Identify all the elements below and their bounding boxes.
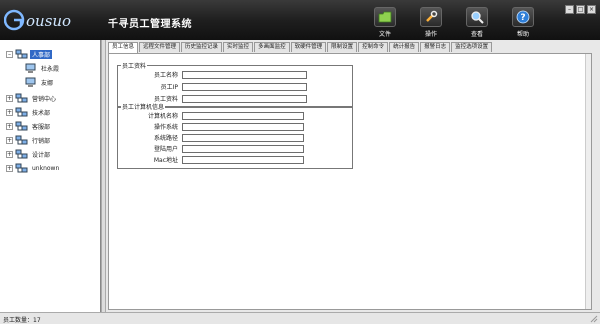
field-os: 操作系统 <box>118 122 304 131</box>
expand-toggle[interactable]: + <box>6 164 13 172</box>
tree-node-child[interactable]: 友娜 <box>24 76 55 88</box>
expand-toggle[interactable]: + <box>6 150 13 158</box>
network-group-icon <box>15 107 28 116</box>
tab-hardware-software[interactable]: 软硬件管理 <box>290 42 327 52</box>
expand-toggle[interactable]: + <box>6 94 13 102</box>
vertical-scrollbar[interactable] <box>585 54 591 309</box>
network-group-icon <box>15 163 28 172</box>
main-panel: 员工信息 远程文件管理 历史监控记录 实时监控 多画面监控 软硬件管理 限制设置… <box>106 40 600 312</box>
expand-toggle[interactable]: + <box>6 122 13 130</box>
help-button-label: 帮助 <box>516 31 529 38</box>
expand-toggle[interactable]: + <box>6 136 13 144</box>
mac-address-input[interactable] <box>182 155 304 164</box>
tree-label-group: 设计部 <box>32 151 51 159</box>
tree-node-group[interactable]: + 客服部 <box>6 120 52 132</box>
tab-monitor-options[interactable]: 监控选项设置 <box>451 42 493 52</box>
tab-commands[interactable]: 控制命令 <box>358 42 389 52</box>
computer-name-input[interactable] <box>182 111 304 120</box>
tab-strip: 员工信息 远程文件管理 历史监控记录 实时监控 多画面监控 软硬件管理 限制设置… <box>108 42 493 53</box>
tree-node-group[interactable]: + 设计部 <box>6 148 52 160</box>
svg-text:?: ? <box>520 13 525 23</box>
tree-label-child: 友娜 <box>41 79 54 87</box>
file-button-label: 文件 <box>378 31 391 38</box>
field-login-user: 登陆用户 <box>118 144 304 153</box>
network-group-icon <box>15 49 28 58</box>
field-label: 操作系统 <box>153 124 178 131</box>
field-label: 员工IP <box>160 84 178 91</box>
tree-label-group: 客服部 <box>32 123 51 131</box>
tab-remote-files[interactable]: 远程文件管理 <box>139 42 181 52</box>
field-label: 登陆用户 <box>153 146 178 153</box>
network-group-icon <box>15 135 28 144</box>
computer-icon <box>25 63 36 73</box>
field-employee-name: 员工名称 <box>118 70 307 79</box>
computer-icon <box>25 77 36 87</box>
computer-info-group: 员工计算机信息 计算机名称 操作系统 系统路径 登陆用户 Mac地址 <box>117 102 353 169</box>
tab-multiscreen[interactable]: 多画面监控 <box>254 42 290 52</box>
file-button[interactable]: 文件 <box>368 7 402 39</box>
network-group-icon <box>15 121 28 130</box>
field-label: Mac地址 <box>153 157 178 164</box>
magnifier-icon <box>466 7 488 27</box>
tree-node-group[interactable]: + 营销中心 <box>6 92 58 104</box>
employee-name-input[interactable] <box>182 70 307 79</box>
employee-info-legend: 员工资料 <box>121 61 148 70</box>
maximize-button[interactable]: □ <box>576 5 585 14</box>
field-mac-address: Mac地址 <box>118 155 304 164</box>
minimize-button[interactable]: – <box>565 5 574 14</box>
network-group-icon <box>15 93 28 102</box>
tree-node-group[interactable]: + unknown <box>6 162 61 174</box>
resize-grip-icon[interactable] <box>589 314 598 323</box>
app-title: 千寻员工管理系统 <box>108 19 192 30</box>
tab-employee-info[interactable]: 员工信息 <box>108 42 139 53</box>
field-label: 计算机名称 <box>147 113 178 120</box>
folder-icon <box>374 7 396 27</box>
field-label: 员工名称 <box>153 72 178 79</box>
title-bar: ousuo 千寻员工管理系统 文件 操作 查看 ? 帮助 – □ × <box>0 0 600 40</box>
department-tree: – 人事部 杜永霞 友娜 + 营销中心 + 技术部 + 客服部 + 行销部 + … <box>0 40 101 312</box>
wrench-icon <box>420 7 442 27</box>
system-path-input[interactable] <box>182 133 304 142</box>
tree-label-root: 人事部 <box>30 49 53 59</box>
employee-ip-input[interactable] <box>182 82 307 91</box>
view-button[interactable]: 查看 <box>460 7 494 39</box>
help-icon: ? <box>512 7 534 27</box>
expand-toggle[interactable]: + <box>6 108 13 116</box>
status-bar: 员工数量：17 <box>0 312 600 324</box>
tab-realtime[interactable]: 实时监控 <box>223 42 254 52</box>
tab-history[interactable]: 历史监控记录 <box>181 42 223 52</box>
svg-text:ousuo: ousuo <box>26 12 71 30</box>
tab-alarm-log[interactable]: 报警日志 <box>420 42 451 52</box>
tab-statistics[interactable]: 统计报告 <box>389 42 420 52</box>
tab-restrictions[interactable]: 限制设置 <box>327 42 358 52</box>
employee-profile-input[interactable] <box>182 94 307 103</box>
os-input[interactable] <box>182 122 304 131</box>
collapse-toggle[interactable]: – <box>6 50 13 58</box>
tree-label-child: 杜永霞 <box>41 65 60 73</box>
computer-info-legend: 员工计算机信息 <box>121 102 166 111</box>
tree-label-group: 营销中心 <box>32 95 57 103</box>
tree-node-group[interactable]: + 技术部 <box>6 106 52 118</box>
field-label: 系统路径 <box>153 135 178 142</box>
operation-button-label: 操作 <box>424 31 437 38</box>
login-user-input[interactable] <box>182 144 304 153</box>
close-button[interactable]: × <box>587 5 596 14</box>
help-button[interactable]: ? 帮助 <box>506 7 540 39</box>
employee-info-page: 员工资料 员工名称 员工IP 员工资料 员工计算机信息 计算机名称 操作系统 系… <box>108 53 592 310</box>
gousuo-logo: ousuo <box>4 9 71 31</box>
network-group-icon <box>15 149 28 158</box>
tree-label-group: unknown <box>32 164 60 172</box>
tree-node-child[interactable]: 杜永霞 <box>24 62 61 74</box>
view-button-label: 查看 <box>470 31 483 38</box>
tree-label-group: 行销部 <box>32 137 51 145</box>
employee-count: 员工数量：17 <box>3 317 41 324</box>
field-employee-ip: 员工IP <box>118 82 307 91</box>
tree-node-group[interactable]: + 行销部 <box>6 134 52 146</box>
field-computer-name: 计算机名称 <box>118 111 304 120</box>
window-controls: – □ × <box>565 5 596 14</box>
tree-label-group: 技术部 <box>32 109 51 117</box>
operation-button[interactable]: 操作 <box>414 7 448 39</box>
tree-node-root[interactable]: – 人事部 <box>6 48 53 60</box>
field-system-path: 系统路径 <box>118 133 304 142</box>
